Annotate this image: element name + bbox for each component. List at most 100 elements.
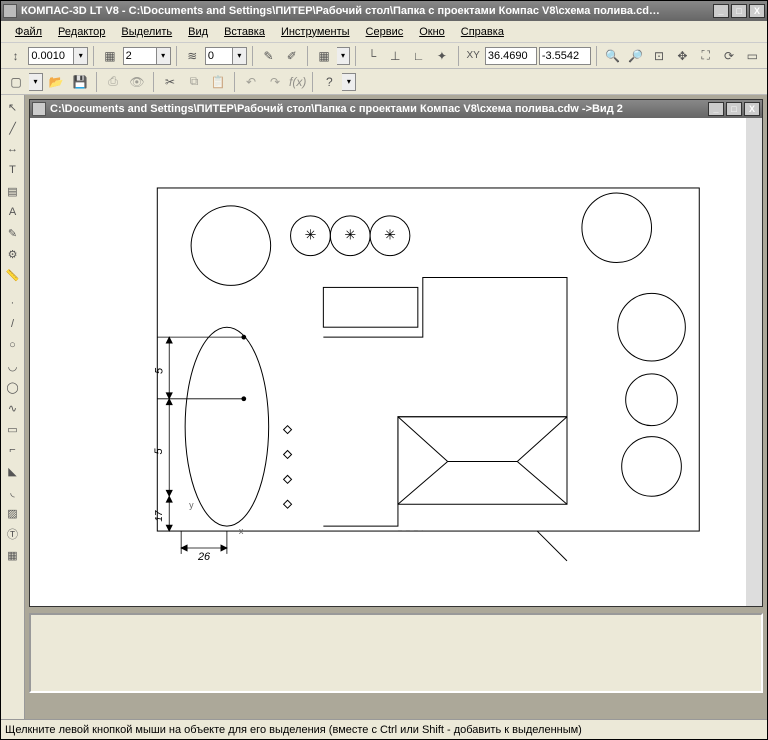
zoom-in-icon[interactable]: 🔍	[602, 45, 623, 67]
cut-icon[interactable]: ✂	[159, 71, 181, 93]
dim-26: 26	[197, 551, 211, 563]
zoom-fit-icon[interactable]: ⛶	[695, 45, 716, 67]
polyline-tool-icon[interactable]: ⌐	[3, 440, 23, 460]
table-tool-icon[interactable]: ▦	[3, 545, 23, 565]
menu-help[interactable]: Справка	[455, 24, 510, 40]
svg-text:y: y	[189, 500, 194, 510]
rect-tool-icon[interactable]: ▭	[3, 419, 23, 439]
fx-button[interactable]: f(x)	[288, 71, 307, 93]
refresh-icon[interactable]: ⟳	[718, 45, 739, 67]
new-dropdown[interactable]: ▾	[29, 73, 43, 91]
zoom-window-icon[interactable]: ⊡	[648, 45, 669, 67]
drawing-svg: ✳ ✳ ✳	[30, 118, 746, 606]
statusbar: Щелкните левой кнопкой мыши на объекте д…	[1, 719, 767, 739]
vertical-scrollbar[interactable]	[746, 118, 762, 606]
step-input[interactable]	[28, 47, 74, 65]
hatch2-tool-icon[interactable]: ▨	[3, 503, 23, 523]
menu-tools[interactable]: Инструменты	[275, 24, 356, 40]
menu-editor[interactable]: Редактор	[52, 24, 111, 40]
redo-icon[interactable]: ↷	[264, 71, 286, 93]
help-cursor-icon[interactable]: ?	[318, 71, 340, 93]
style-dropdown[interactable]: ▾	[233, 47, 247, 65]
snap-step-icon[interactable]: ↕	[5, 45, 26, 67]
minimize-button[interactable]: _	[713, 4, 729, 18]
new-icon[interactable]: ▢	[5, 71, 27, 93]
menu-service[interactable]: Сервис	[360, 24, 410, 40]
app-title: КОМПАС-3D LT V8 - С:\Documents and Setti…	[21, 5, 713, 17]
app-icon	[3, 4, 17, 18]
save-icon[interactable]: 💾	[69, 71, 91, 93]
menubar: Файл Редактор Выделить Вид Вставка Инстр…	[1, 21, 767, 43]
open-icon[interactable]: 📂	[45, 71, 67, 93]
drawing-canvas[interactable]: ✳ ✳ ✳	[30, 118, 746, 606]
layer-dropdown[interactable]: ▾	[157, 47, 171, 65]
svg-text:x: x	[239, 526, 244, 536]
step-dropdown[interactable]: ▾	[74, 47, 88, 65]
arc-tool-icon[interactable]: ◡	[3, 356, 23, 376]
text2-tool-icon[interactable]: Ⓣ	[3, 524, 23, 544]
print-icon[interactable]: ⎙	[102, 71, 124, 93]
coord-y-input[interactable]	[539, 47, 591, 65]
style-icon[interactable]: ≋	[182, 45, 203, 67]
measure-tool-icon[interactable]: 📏	[3, 265, 23, 285]
paste-icon[interactable]: 📋	[207, 71, 229, 93]
menu-select[interactable]: Выделить	[115, 24, 178, 40]
pan-icon[interactable]: ✥	[672, 45, 693, 67]
ortho-icon[interactable]: └	[361, 45, 382, 67]
doc-minimize-button[interactable]: _	[708, 102, 724, 116]
style-input[interactable]	[205, 47, 233, 65]
mdi-area: С:\Documents and Settings\ПИТЕР\Рабочий …	[25, 95, 767, 719]
text-tool-icon[interactable]: T	[3, 160, 23, 180]
chamfer-tool-icon[interactable]: ◣	[3, 461, 23, 481]
toggle-a-icon[interactable]: ✎	[258, 45, 279, 67]
layer-input[interactable]	[123, 47, 157, 65]
hatch-tool-icon[interactable]: ▤	[3, 181, 23, 201]
toggle-b-icon[interactable]: ✐	[281, 45, 302, 67]
copy-icon[interactable]: ⧉	[183, 71, 205, 93]
ellipse-tool-icon[interactable]: ◯	[3, 377, 23, 397]
left-toolbox: ↖ ╱ ↔ T ▤ A ✎ ⚙ 📏 · / ○ ◡ ◯ ∿ ▭ ⌐ ◣ ◟ ▨ …	[1, 95, 25, 719]
dim-5a: 5	[153, 367, 165, 374]
line-tool-icon[interactable]: ╱	[3, 118, 23, 138]
fillet-tool-icon[interactable]: ◟	[3, 482, 23, 502]
toolbar-2: ▢ ▾ 📂 💾 ⎙ 👁 ✂ ⧉ 📋 ↶ ↷ f(x) ? ▾	[1, 69, 767, 95]
zoom-out-icon[interactable]: 🔎	[625, 45, 646, 67]
angle-icon[interactable]: ∟	[408, 45, 429, 67]
doc-icon	[32, 102, 46, 116]
perp-icon[interactable]: ⊥	[385, 45, 406, 67]
grid-icon[interactable]: ▦	[313, 45, 334, 67]
circle-tool-icon[interactable]: ○	[3, 335, 23, 355]
spline-tool-icon[interactable]: ∿	[3, 398, 23, 418]
dim-5b: 5	[153, 448, 165, 455]
doc-close-button[interactable]: X	[744, 102, 760, 116]
doc-maximize-button[interactable]: □	[726, 102, 742, 116]
undo-icon[interactable]: ↶	[240, 71, 262, 93]
edit-tool-icon[interactable]: ✎	[3, 223, 23, 243]
document-titlebar: С:\Documents and Settings\ПИТЕР\Рабочий …	[30, 100, 762, 118]
properties-panel	[29, 613, 763, 693]
dimension-tool-icon[interactable]: ↔	[3, 139, 23, 159]
layers-icon[interactable]: ▦	[99, 45, 120, 67]
menu-window[interactable]: Окно	[413, 24, 451, 40]
svg-text:✳: ✳	[384, 227, 396, 243]
segment-tool-icon[interactable]: /	[3, 314, 23, 334]
close-button[interactable]: X	[749, 4, 765, 18]
svg-text:✳: ✳	[305, 227, 317, 243]
help-dropdown[interactable]: ▾	[342, 73, 356, 91]
coord-label: XY	[463, 45, 482, 67]
maximize-button[interactable]: □	[731, 4, 747, 18]
cursor-tool-icon[interactable]: ↖	[3, 97, 23, 117]
grid-dropdown[interactable]: ▾	[337, 47, 351, 65]
point-tool-icon[interactable]: ·	[3, 293, 23, 313]
preview-icon[interactable]: 👁	[126, 71, 148, 93]
params-tool-icon[interactable]: ⚙	[3, 244, 23, 264]
symbol-tool-icon[interactable]: A	[3, 202, 23, 222]
axis-icon[interactable]: ✦	[431, 45, 452, 67]
menu-file[interactable]: Файл	[9, 24, 48, 40]
menu-view[interactable]: Вид	[182, 24, 214, 40]
document-title: С:\Documents and Settings\ПИТЕР\Рабочий …	[50, 103, 708, 115]
coord-x-input[interactable]	[485, 47, 537, 65]
view-icon[interactable]: ▭	[742, 45, 763, 67]
dim-17: 17	[154, 510, 165, 522]
menu-insert[interactable]: Вставка	[218, 24, 271, 40]
